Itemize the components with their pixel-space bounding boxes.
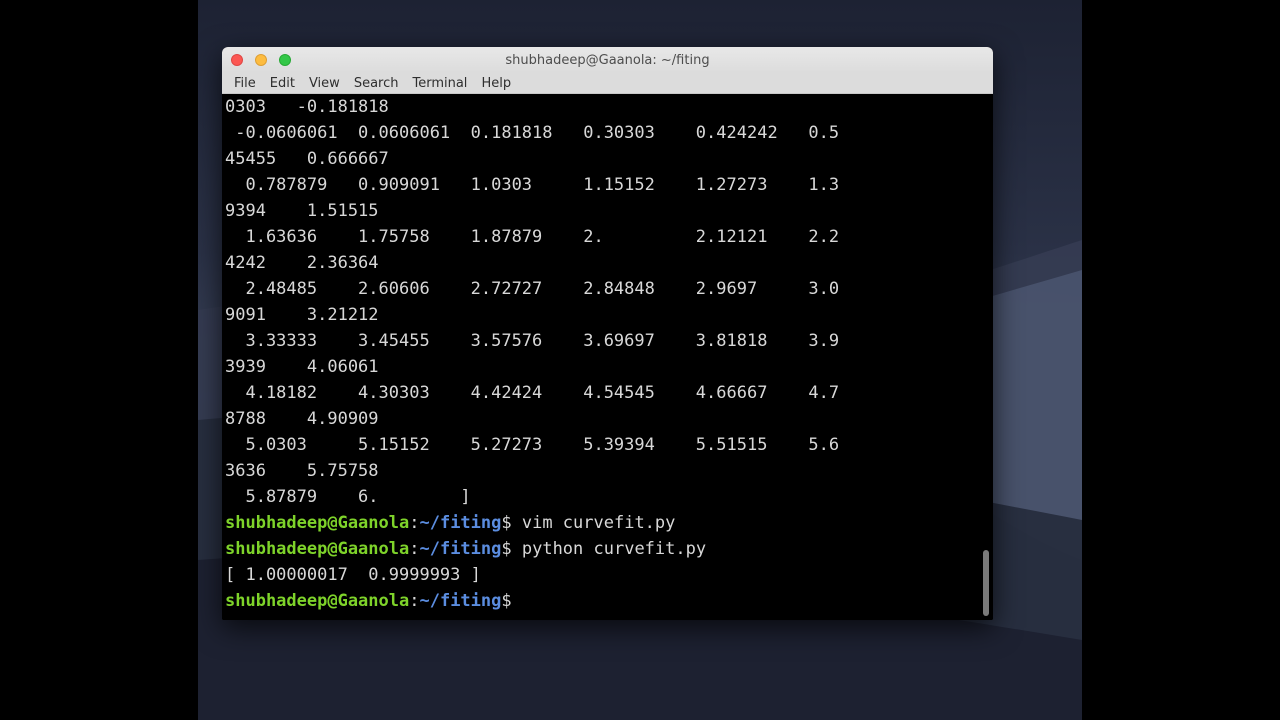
output-line: 5.0303 5.15152 5.27273 5.39394 5.51515 5… bbox=[225, 435, 840, 455]
menu-view[interactable]: View bbox=[304, 73, 345, 93]
output-line: 3636 5.75758 bbox=[225, 461, 379, 481]
output-line: 4242 2.36364 bbox=[225, 253, 379, 273]
menu-help[interactable]: Help bbox=[476, 73, 516, 93]
menu-search[interactable]: Search bbox=[349, 73, 404, 93]
prompt-symbol: $ bbox=[501, 591, 512, 611]
menu-file[interactable]: File bbox=[229, 73, 261, 93]
result-line: [ 1.00000017 0.9999993 ] bbox=[225, 565, 481, 585]
prompt-user-host: shubhadeep@Gaanola bbox=[225, 591, 410, 611]
menu-edit[interactable]: Edit bbox=[265, 73, 300, 93]
command-input[interactable] bbox=[512, 591, 522, 611]
prompt-path: ~/fiting bbox=[419, 591, 502, 611]
window-title: shubhadeep@Gaanola: ~/fiting bbox=[505, 53, 710, 68]
prompt-user-host: shubhadeep@Gaanola bbox=[225, 513, 410, 533]
output-line: -0.0606061 0.0606061 0.181818 0.30303 0.… bbox=[225, 123, 840, 143]
prompt-separator: : bbox=[409, 539, 420, 559]
output-line: 9091 3.21212 bbox=[225, 305, 379, 325]
title-bar[interactable]: shubhadeep@Gaanola: ~/fiting bbox=[222, 47, 993, 73]
prompt-symbol: $ bbox=[501, 513, 512, 533]
output-line: 1.63636 1.75758 1.87879 2. 2.12121 2.2 bbox=[225, 227, 840, 247]
command-text: python curvefit.py bbox=[511, 539, 707, 559]
menu-terminal[interactable]: Terminal bbox=[407, 73, 472, 93]
prompt-user-host: shubhadeep@Gaanola bbox=[225, 539, 410, 559]
output-line: 0.787879 0.909091 1.0303 1.15152 1.27273… bbox=[225, 175, 840, 195]
output-line: 45455 0.666667 bbox=[225, 149, 389, 169]
output-line: 2.48485 2.60606 2.72727 2.84848 2.9697 3… bbox=[225, 279, 840, 299]
prompt-separator: : bbox=[409, 513, 420, 533]
prompt-path: ~/fiting bbox=[419, 539, 502, 559]
prompt-line: shubhadeep@Gaanola:~/fiting$ vim curvefi… bbox=[225, 510, 675, 536]
output-line: 3939 4.06061 bbox=[225, 357, 379, 377]
output-line: 8788 4.90909 bbox=[225, 409, 379, 429]
prompt-line: shubhadeep@Gaanola:~/fiting$ python curv… bbox=[225, 536, 706, 562]
terminal-content[interactable]: 0303 -0.181818 -0.0606061 0.0606061 0.18… bbox=[222, 94, 993, 620]
output-line: 0303 -0.181818 bbox=[225, 97, 389, 117]
active-prompt-line[interactable]: shubhadeep@Gaanola:~/fiting$ bbox=[225, 588, 522, 614]
command-text: vim curvefit.py bbox=[511, 513, 676, 533]
prompt-path: ~/fiting bbox=[419, 513, 502, 533]
prompt-symbol: $ bbox=[501, 539, 512, 559]
menu-bar: File Edit View Search Terminal Help bbox=[222, 73, 993, 94]
output-line: 4.18182 4.30303 4.42424 4.54545 4.66667 … bbox=[225, 383, 840, 403]
scrollbar[interactable] bbox=[983, 550, 989, 616]
terminal-window[interactable]: shubhadeep@Gaanola: ~/fiting File Edit V… bbox=[222, 47, 993, 620]
prompt-separator: : bbox=[409, 591, 420, 611]
output-line: 3.33333 3.45455 3.57576 3.69697 3.81818 … bbox=[225, 331, 840, 351]
output-line: 9394 1.51515 bbox=[225, 201, 379, 221]
output-line: 5.87879 6. ] bbox=[225, 487, 471, 507]
